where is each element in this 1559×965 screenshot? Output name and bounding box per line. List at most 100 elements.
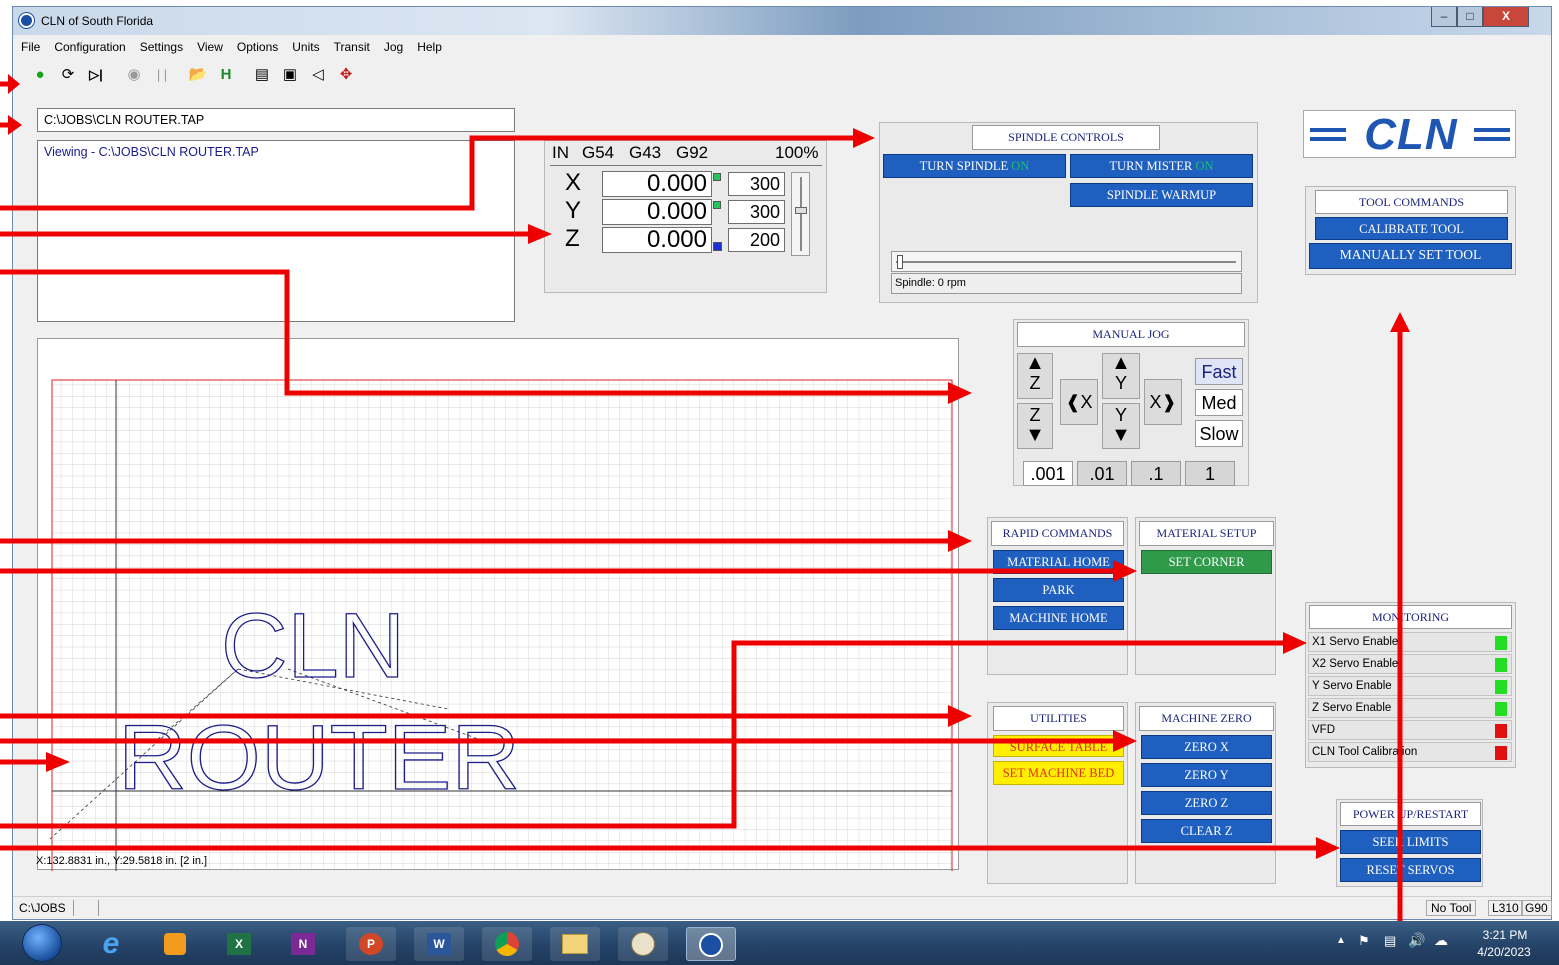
set-corner-button[interactable]: SET CORNER (1141, 550, 1272, 574)
move-cross-icon[interactable]: ✥ (335, 65, 357, 85)
menu-configuration[interactable]: Configuration (46, 37, 131, 54)
tray-flag-icon[interactable]: ⚑ (1358, 933, 1370, 949)
dro-z-feed[interactable]: 200 (728, 228, 785, 252)
refresh-icon[interactable]: ⟳ (57, 65, 79, 85)
increment-1-button[interactable]: .1 (1131, 461, 1181, 486)
step-icon[interactable]: ▷| (85, 65, 107, 85)
jog-y-plus-button[interactable]: ▲ Y (1102, 353, 1140, 399)
logo-bar-left-1 (1310, 128, 1346, 132)
dro-x-feed[interactable]: 300 (728, 172, 785, 196)
dro-y-feed[interactable]: 300 (728, 200, 785, 224)
powerpoint-icon[interactable]: P (346, 927, 396, 961)
spindle-warmup-button[interactable]: SPINDLE WARMUP (1070, 183, 1253, 207)
material-setup-title: MATERIAL SETUP (1139, 521, 1274, 546)
reset-servos-button[interactable]: RESET SERVOS (1340, 858, 1481, 882)
menu-transit[interactable]: Transit (326, 37, 376, 54)
tray-chevron-icon[interactable]: ▲ (1336, 935, 1346, 946)
zero-x-button[interactable]: ZERO X (1141, 735, 1272, 759)
monitor-label-x1: X1 Servo Enable (1312, 636, 1399, 648)
jog-z-down-button[interactable]: Z ▼ (1017, 403, 1053, 449)
jog-x-plus-button[interactable]: X❱ (1144, 379, 1182, 425)
paint-icon[interactable] (618, 927, 668, 961)
monitor-label-tool-calibration: CLN Tool Calibration (1312, 746, 1418, 758)
canvas-text-router: ROUTER (118, 707, 520, 809)
spindle-speed-slider[interactable] (891, 251, 1242, 272)
chrome-icon[interactable] (482, 927, 532, 961)
menu-units[interactable]: Units (284, 37, 325, 54)
tray-date[interactable]: 4/20/2023 (1466, 945, 1542, 959)
stop-icon[interactable]: ◉ (123, 65, 145, 85)
excel-icon[interactable]: X (214, 927, 264, 961)
menu-jog[interactable]: Jog (376, 37, 409, 54)
tray-cloud-icon[interactable]: ☁ (1434, 932, 1448, 949)
surface-table-button[interactable]: SURFACE TABLE (993, 735, 1124, 757)
increment-001-button[interactable]: .001 (1023, 461, 1073, 486)
speed-med-button[interactable]: Med (1195, 389, 1243, 416)
back-arrow-icon[interactable]: ◁ (307, 65, 329, 85)
toolbar: ● ⟳ ▷| ◉ | | 📂 H ▤ ▣ ◁ ✥ (13, 60, 1551, 90)
zero-y-button[interactable]: ZERO Y (1141, 763, 1272, 787)
menu-help[interactable]: Help (409, 37, 448, 54)
file-explorer-icon[interactable] (550, 927, 600, 961)
media-player-icon[interactable] (150, 927, 200, 961)
menu-file[interactable]: File (13, 37, 46, 54)
gcode-viewer[interactable]: Viewing - C:\JOBS\CLN ROUTER.TAP (37, 140, 515, 322)
jog-z-up-button[interactable]: ▲ Z (1017, 353, 1053, 399)
pause-icon[interactable]: | | (151, 65, 173, 85)
minimize-button[interactable]: – (1431, 7, 1457, 27)
home-h-icon[interactable]: H (215, 65, 237, 85)
cln-app-taskbar-icon[interactable] (686, 927, 736, 961)
tray-network-icon[interactable]: ▤ (1384, 933, 1396, 949)
tool-commands-title: TOOL COMMANDS (1315, 190, 1508, 214)
maximize-button[interactable]: □ (1457, 7, 1483, 27)
calibrate-tool-button[interactable]: CALIBRATE TOOL (1315, 217, 1508, 240)
dro-feed-percent: 100% (775, 143, 819, 162)
menu-options[interactable]: Options (229, 37, 284, 54)
monitor-label-vfd: VFD (1312, 724, 1335, 736)
start-button[interactable] (22, 924, 62, 962)
spindle-on-label: ON (1011, 159, 1030, 173)
increment-one-button[interactable]: 1 (1185, 461, 1235, 486)
tray-volume-icon[interactable]: 🔊 (1408, 932, 1425, 949)
set-machine-bed-button[interactable]: SET MACHINE BED (993, 761, 1124, 785)
manually-set-tool-button[interactable]: MANUALLY SET TOOL (1309, 243, 1512, 269)
dro-z-led (713, 242, 722, 251)
tray-time[interactable]: 3:21 PM (1470, 928, 1540, 942)
file-path-field[interactable]: C:\JOBS\CLN ROUTER.TAP (37, 108, 515, 132)
menu-view[interactable]: View (189, 37, 229, 54)
close-button[interactable]: X (1483, 7, 1529, 27)
onenote-icon[interactable]: N (278, 927, 328, 961)
slider-thumb[interactable] (795, 207, 807, 214)
dro-z-value[interactable]: 0.000 (602, 227, 712, 253)
clear-z-button[interactable]: CLEAR Z (1141, 819, 1272, 843)
word-icon[interactable]: W (414, 927, 464, 961)
turn-spindle-on-button[interactable]: TURN SPINDLE ON (883, 154, 1066, 178)
list-icon[interactable]: ▤ (251, 65, 273, 85)
zero-z-button[interactable]: ZERO Z (1141, 791, 1272, 815)
machine-home-button[interactable]: MACHINE HOME (993, 606, 1124, 630)
speed-slow-button[interactable]: Slow (1195, 420, 1243, 447)
increment-01-button[interactable]: .01 (1077, 461, 1127, 486)
material-home-button[interactable]: MATERIAL HOME (993, 550, 1124, 574)
dro-axis-z: Z (565, 225, 580, 252)
turn-mister-on-button[interactable]: TURN MISTER ON (1070, 154, 1253, 178)
park-button[interactable]: PARK (993, 578, 1124, 602)
monitor-led-z (1495, 702, 1507, 716)
menu-settings[interactable]: Settings (132, 37, 189, 54)
open-folder-icon[interactable]: 📂 (187, 65, 209, 85)
dro-y-value[interactable]: 0.000 (602, 199, 712, 225)
window-icon[interactable]: ▣ (279, 65, 301, 85)
dro-x-value[interactable]: 0.000 (602, 171, 712, 197)
seek-limits-button[interactable]: SEEK LIMITS (1340, 830, 1481, 854)
start-icon[interactable]: ● (29, 65, 51, 85)
jog-x-minus-button[interactable]: ❰X (1060, 379, 1098, 425)
toolpath-canvas[interactable]: CLN ROUTER X:132.8831 in., Y:29.5818 in.… (36, 338, 959, 871)
speed-fast-button[interactable]: Fast (1195, 358, 1243, 385)
monitoring-title: MONITORING (1309, 605, 1512, 629)
internet-explorer-icon[interactable]: e (86, 927, 136, 961)
spindle-slider-thumb[interactable] (897, 255, 903, 269)
jog-y-minus-button[interactable]: Y ▼ (1102, 403, 1140, 449)
x-minus-label: X (1080, 392, 1093, 412)
monitor-row-z: Z Servo Enable (1308, 698, 1512, 718)
feed-override-slider[interactable] (791, 172, 810, 256)
